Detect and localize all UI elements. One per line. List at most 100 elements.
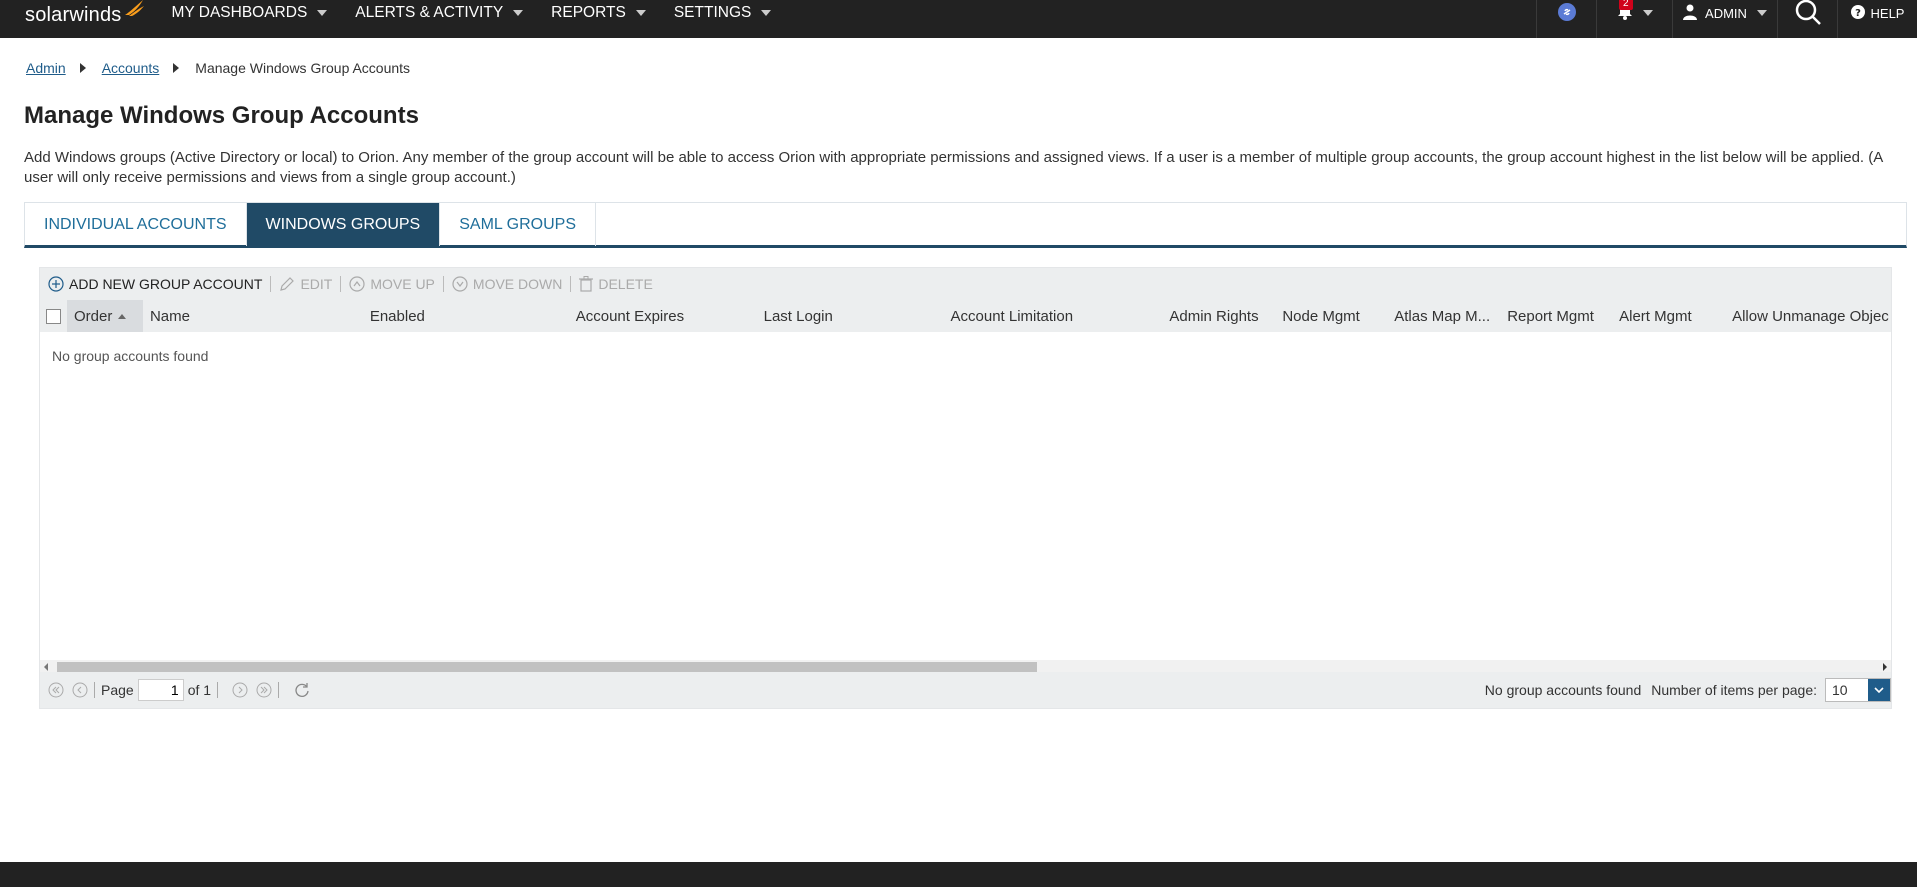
sort-ascending-icon [118, 313, 127, 319]
column-label: Account Limitation [950, 307, 1074, 325]
notification-badge: 2 [1619, 0, 1633, 10]
horizontal-scrollbar[interactable] [40, 660, 1891, 672]
breadcrumb-admin-link[interactable]: Admin [26, 60, 66, 76]
empty-table-message: No group accounts found [52, 348, 209, 364]
chevron-down-icon [1642, 10, 1653, 16]
nav-settings[interactable]: SETTINGS [674, 0, 772, 32]
column-label: Allow Unmanage Objec [1732, 307, 1889, 325]
column-header-account-limitation[interactable]: Account Limitation [944, 300, 1163, 332]
column-header-name[interactable]: Name [143, 300, 363, 332]
notifications-button[interactable]: 2 [1596, 0, 1672, 38]
column-header-allow-unmanage[interactable]: Allow Unmanage Objec [1725, 300, 1891, 332]
trash-icon [579, 276, 594, 292]
delete-button[interactable]: DELETE [579, 276, 653, 292]
solarwinds-logo[interactable]: solarwinds [25, 0, 145, 34]
tab-saml-groups[interactable]: SAML GROUPS [440, 203, 596, 246]
right-nav: 2 ADMIN ? HELP [1536, 0, 1917, 38]
refresh-icon[interactable] [293, 681, 311, 699]
nav-my-dashboards[interactable]: MY DASHBOARDS [171, 0, 328, 32]
delete-label: DELETE [598, 276, 653, 292]
column-label: Order [74, 307, 113, 325]
chevron-down-icon [761, 10, 772, 16]
tab-individual-accounts[interactable]: INDIVIDUAL ACCOUNTS [25, 203, 247, 246]
column-header-report-mgmt[interactable]: Report Mgmt [1500, 300, 1612, 332]
column-header-account-expires[interactable]: Account Expires [569, 300, 757, 332]
pencil-icon [279, 276, 295, 292]
nav-label: MY DASHBOARDS [171, 4, 308, 21]
search-icon [1795, 0, 1821, 28]
column-header-alert-mgmt[interactable]: Alert Mgmt [1612, 300, 1725, 332]
help-button[interactable]: ? HELP [1837, 0, 1917, 38]
edit-label: EDIT [300, 276, 333, 292]
items-per-page-value: 10 [1832, 682, 1848, 698]
nav-reports[interactable]: REPORTS [551, 0, 646, 32]
select-all-checkbox[interactable] [46, 308, 61, 324]
chevron-down-icon [1756, 10, 1767, 16]
move-down-button[interactable]: MOVE DOWN [452, 276, 562, 292]
move-up-button[interactable]: MOVE UP [349, 276, 435, 292]
page-number-input[interactable] [137, 679, 184, 701]
tab-windows-groups[interactable]: WINDOWS GROUPS [246, 203, 441, 246]
page-of-label: of 1 [187, 682, 212, 698]
column-label: Enabled [369, 307, 425, 325]
search-button[interactable] [1777, 0, 1837, 38]
breadcrumb-separator-icon [79, 63, 86, 73]
column-header-enabled[interactable]: Enabled [363, 300, 569, 332]
move-up-label: MOVE UP [370, 276, 435, 292]
top-nav-bar: solarwinds MY DASHBOARDS ALERTS & ACTIVI… [0, 0, 1917, 38]
user-icon [1683, 4, 1698, 23]
column-label: Account Expires [575, 307, 685, 325]
last-page-icon[interactable] [256, 682, 272, 698]
column-label: Alert Mgmt [1619, 307, 1692, 325]
column-header-admin-rights[interactable]: Admin Rights [1162, 300, 1275, 332]
add-new-group-account-button[interactable]: ADD NEW GROUP ACCOUNT [48, 276, 262, 292]
column-header-atlas-map[interactable]: Atlas Map M... [1387, 300, 1500, 332]
main-nav: MY DASHBOARDS ALERTS & ACTIVITY REPORTS … [171, 0, 799, 38]
pager-divider [217, 682, 219, 698]
link-button[interactable] [1536, 0, 1596, 38]
breadcrumb: Admin Accounts Manage Windows Group Acco… [26, 60, 410, 76]
svg-text:?: ? [1855, 8, 1861, 19]
nav-alerts-activity[interactable]: ALERTS & ACTIVITY [355, 0, 524, 32]
add-circle-icon [48, 276, 64, 292]
breadcrumb-current: Manage Windows Group Accounts [195, 60, 411, 76]
logo-text: solarwinds [25, 3, 122, 26]
scroll-left-icon[interactable] [44, 663, 48, 671]
first-page-icon[interactable] [48, 682, 64, 698]
next-page-icon[interactable] [232, 682, 248, 698]
items-per-page-select[interactable]: 10 [1825, 678, 1891, 702]
items-per-page-label: Number of items per page: [1651, 682, 1817, 698]
page-description: Add Windows groups (Active Directory or … [24, 149, 1883, 186]
link-icon [1557, 2, 1577, 25]
toolbar-divider [340, 276, 342, 292]
breadcrumb-accounts-link[interactable]: Accounts [102, 60, 160, 76]
chevron-down-icon [317, 10, 328, 16]
add-label: ADD NEW GROUP ACCOUNT [69, 276, 263, 292]
account-tabs: INDIVIDUAL ACCOUNTS WINDOWS GROUPS SAML … [24, 202, 1907, 248]
group-accounts-grid: ADD NEW GROUP ACCOUNT EDIT MOVE UP MOVE … [39, 267, 1892, 709]
page-title: Manage Windows Group Accounts [24, 102, 419, 129]
column-label: Node Mgmt [1282, 307, 1360, 325]
column-header-node-mgmt[interactable]: Node Mgmt [1275, 300, 1387, 332]
breadcrumb-separator-icon [173, 63, 180, 73]
user-menu[interactable]: ADMIN [1672, 0, 1777, 38]
arrow-up-circle-icon [349, 276, 365, 292]
scroll-right-icon[interactable] [1883, 663, 1887, 671]
toolbar-divider [442, 276, 444, 292]
edit-button[interactable]: EDIT [279, 276, 332, 292]
pager-divider [94, 682, 95, 698]
column-header-order[interactable]: Order [67, 300, 143, 332]
pager-status: No group accounts found [1484, 682, 1642, 698]
grid-toolbar: ADD NEW GROUP ACCOUNT EDIT MOVE UP MOVE … [40, 268, 1891, 300]
column-label: Report Mgmt [1507, 307, 1594, 325]
help-icon: ? [1850, 4, 1865, 22]
chevron-down-icon[interactable] [1868, 679, 1890, 701]
previous-page-icon[interactable] [72, 682, 88, 698]
nav-label: REPORTS [551, 4, 626, 21]
scrollbar-thumb[interactable] [57, 662, 1037, 672]
column-label: Admin Rights [1169, 307, 1259, 325]
user-label: ADMIN [1705, 5, 1747, 21]
column-header-last-login[interactable]: Last Login [757, 300, 944, 332]
nav-label: SETTINGS [673, 4, 752, 21]
pager-divider [278, 682, 280, 698]
